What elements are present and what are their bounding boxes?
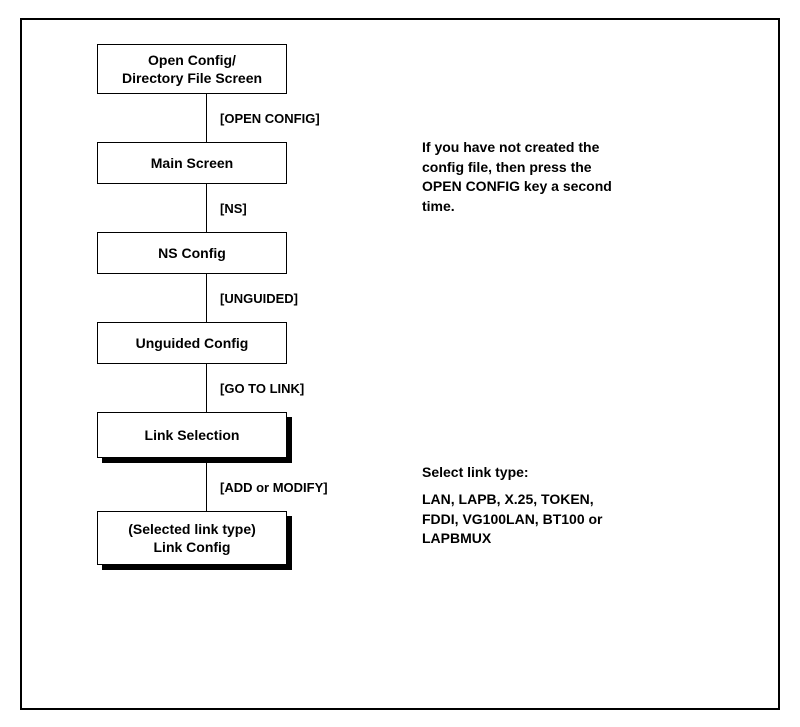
connector <box>206 184 207 232</box>
box-label: Link Selection <box>145 426 240 444</box>
side-note-select-link-title: Select link type: <box>422 463 529 483</box>
connector <box>206 274 207 322</box>
box-label: Unguided Config <box>136 334 249 352</box>
box-selected-link-config: (Selected link type) Link Config <box>97 511 287 565</box>
label-ns: [NS] <box>220 201 247 216</box>
side-note-open-config: If you have not created the config file,… <box>422 138 682 216</box>
label-add-or-modify: [ADD or MODIFY] <box>220 480 328 495</box>
label-open-config: [OPEN CONFIG] <box>220 111 320 126</box>
box-open-config-directory: Open Config/ Directory File Screen <box>97 44 287 94</box>
box-main-screen: Main Screen <box>97 142 287 184</box>
side-note-select-link-body: LAN, LAPB, X.25, TOKEN, FDDI, VG100LAN, … <box>422 490 682 549</box>
connector <box>206 94 207 142</box>
box-ns-config: NS Config <box>97 232 287 274</box>
diagram-frame: Open Config/ Directory File Screen [OPEN… <box>20 18 780 710</box>
connector <box>206 463 207 511</box>
box-label: Open Config/ Directory File Screen <box>122 51 262 87</box>
label-go-to-link: [GO TO LINK] <box>220 381 304 396</box>
box-label: NS Config <box>158 244 226 262</box>
connector <box>206 364 207 412</box>
box-label: (Selected link type) Link Config <box>128 520 256 556</box>
box-unguided-config: Unguided Config <box>97 322 287 364</box>
box-label: Main Screen <box>151 154 233 172</box>
label-unguided: [UNGUIDED] <box>220 291 298 306</box>
box-link-selection: Link Selection <box>97 412 287 458</box>
